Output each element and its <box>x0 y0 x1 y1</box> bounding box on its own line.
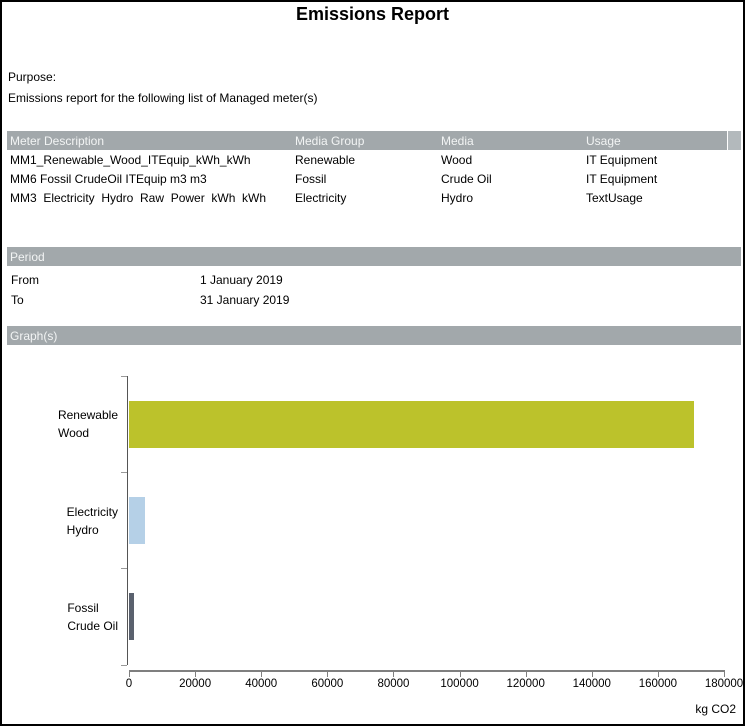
usage-value: TextUsage <box>586 191 741 205</box>
meters-table-header: Meter Description Media Group Media Usag… <box>7 131 741 150</box>
period-from-row: From 1 January 2019 <box>11 270 283 289</box>
usage-value: IT Equipment <box>586 153 741 167</box>
x-axis-tick <box>526 672 527 677</box>
x-axis-tick-label: 140000 <box>560 678 624 690</box>
graphs-section-label: Graph(s) <box>7 329 57 343</box>
category-label: FossilCrude Oil <box>67 599 118 635</box>
x-axis-unit-label: kg CO2 <box>695 702 736 716</box>
y-axis-tick <box>121 665 127 666</box>
chart-bar <box>129 593 134 640</box>
emissions-bar-chart: RenewableWood ElectricityHydro FossilCrude… <box>2 346 745 724</box>
media-value: Wood <box>441 153 586 167</box>
x-axis-tick-label: 100000 <box>428 678 492 690</box>
x-axis-tick <box>724 672 725 677</box>
x-axis-tick-label: 0 <box>97 678 161 690</box>
table-row: MM3 Electricity Hydro Raw Power kWh kWh … <box>7 188 741 207</box>
meter-description-value: MM6 Fossil CrudeOil ITEquip m3 m3 <box>7 172 295 186</box>
y-axis-tick <box>121 472 127 473</box>
table-row: MM6 Fossil CrudeOil ITEquip m3 m3 Fossil… <box>7 169 741 188</box>
chart-bar <box>129 401 694 448</box>
x-axis-tick <box>327 672 328 677</box>
column-header-media: Media <box>441 134 586 148</box>
category-label: RenewableWood <box>58 406 118 442</box>
usage-value: IT Equipment <box>586 172 741 186</box>
y-axis-tick <box>121 568 127 569</box>
meter-description-value: MM3 Electricity Hydro Raw Power kWh kWh <box>7 191 295 205</box>
column-header-meter-description: Meter Description <box>7 134 295 148</box>
period-to-row: To 31 January 2019 <box>11 290 289 309</box>
period-section-header: Period <box>7 247 741 266</box>
media-group-value: Electricity <box>295 191 441 205</box>
category-label: ElectricityHydro <box>67 503 118 539</box>
x-axis-tick-label: 120000 <box>494 678 558 690</box>
y-axis-tick <box>121 376 127 377</box>
x-axis-tick-label: 160000 <box>626 678 690 690</box>
x-axis-tick <box>460 672 461 677</box>
media-value: Hydro <box>441 191 586 205</box>
purpose-text: Emissions report for the following list … <box>8 91 317 105</box>
page-title: Emissions Report <box>2 4 743 25</box>
x-axis-tick-label: 20000 <box>163 678 227 690</box>
x-axis-tick <box>129 672 130 677</box>
media-group-value: Fossil <box>295 172 441 186</box>
x-axis-tick <box>592 672 593 677</box>
x-axis-tick-label: 40000 <box>229 678 293 690</box>
y-axis-line <box>127 376 128 665</box>
x-axis-tick-label: 60000 <box>295 678 359 690</box>
meter-description-value: MM1_Renewable_Wood_ITEquip_kWh_kWh <box>7 153 295 167</box>
x-axis-tick <box>261 672 262 677</box>
to-date-value: 31 January 2019 <box>200 293 289 307</box>
table-row: MM1_Renewable_Wood_ITEquip_kWh_kWh Renew… <box>7 150 741 169</box>
x-axis-line <box>129 670 725 672</box>
graphs-section-header: Graph(s) <box>7 326 741 345</box>
x-axis-tick-label: 80000 <box>361 678 425 690</box>
purpose-label: Purpose: <box>8 70 56 84</box>
header-scroll-cell <box>727 131 741 150</box>
x-axis-tick-label: 180000 <box>692 678 745 690</box>
from-label: From <box>11 273 200 287</box>
x-axis-tick <box>393 672 394 677</box>
media-group-value: Renewable <box>295 153 441 167</box>
emissions-report-page: Emissions Report Purpose: Emissions repo… <box>0 0 745 726</box>
media-value: Crude Oil <box>441 172 586 186</box>
column-header-media-group: Media Group <box>295 134 441 148</box>
x-axis-tick <box>658 672 659 677</box>
x-axis-tick <box>195 672 196 677</box>
period-section-label: Period <box>7 250 45 264</box>
from-date-value: 1 January 2019 <box>200 273 283 287</box>
to-label: To <box>11 293 200 307</box>
column-header-usage: Usage <box>586 134 727 148</box>
chart-bar <box>129 497 145 544</box>
